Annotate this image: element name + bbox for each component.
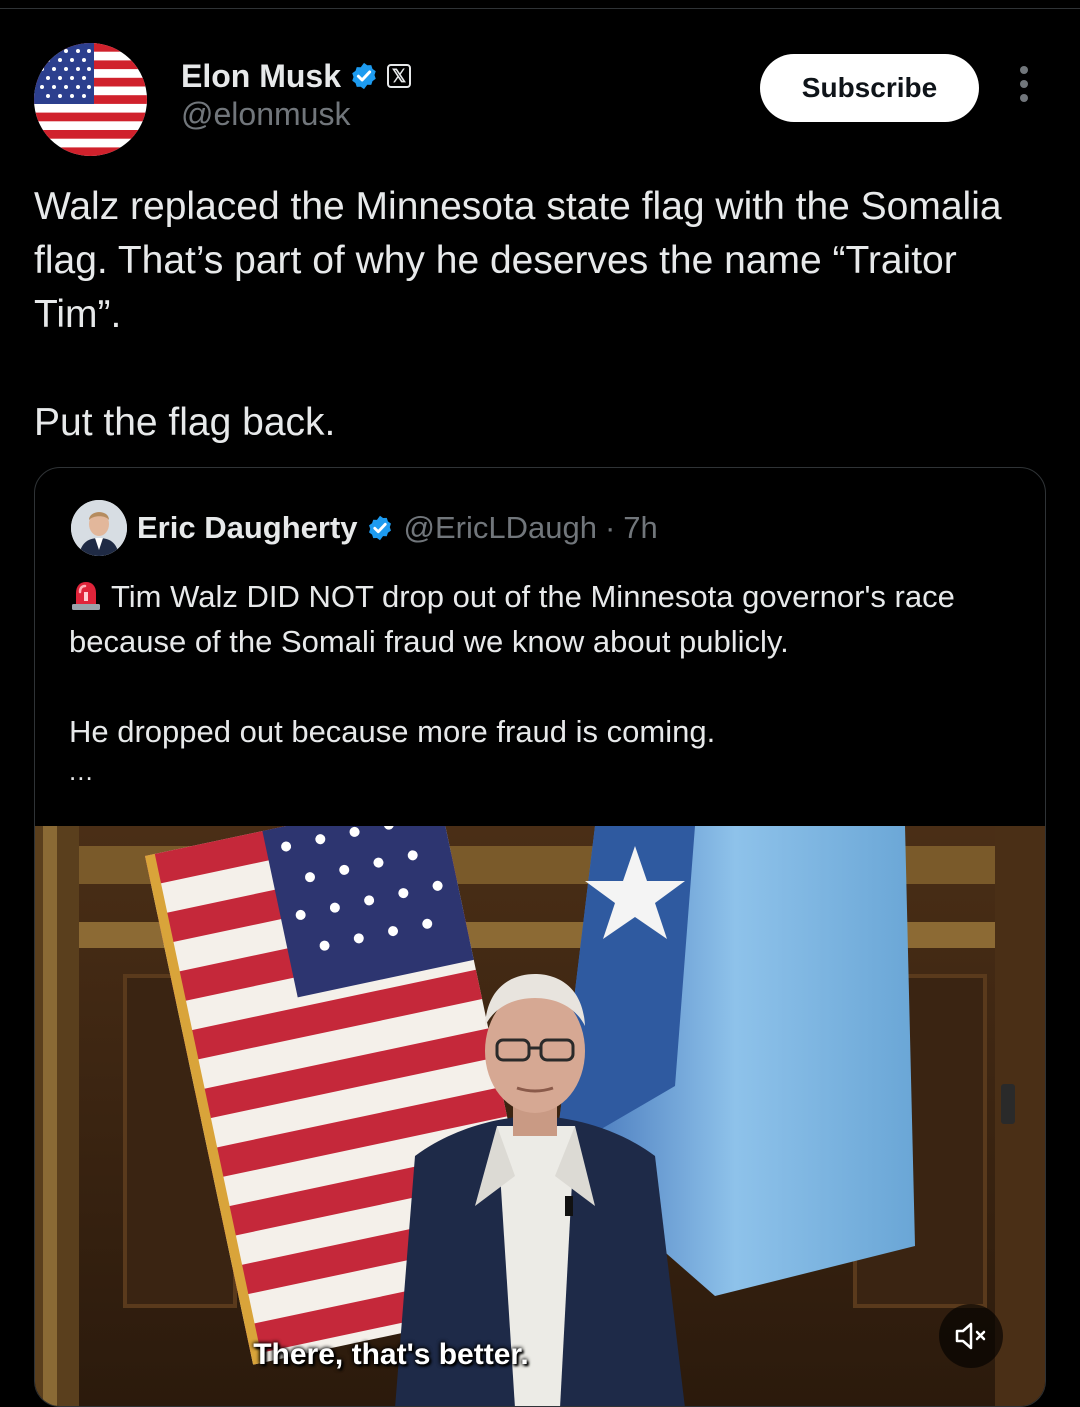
tweet-paragraph: Put the flag back. bbox=[34, 401, 336, 444]
more-vertical-icon[interactable] bbox=[1008, 66, 1040, 110]
quoted-tweet-card[interactable]: Eric Daugherty @EricLDaugh · 7h Tim Walz… bbox=[34, 467, 1046, 1407]
tweet-paragraph: Walz replaced the Minnesota state flag w… bbox=[34, 185, 1002, 336]
quoted-author-name[interactable]: Eric Daugherty bbox=[137, 510, 358, 546]
author-handle[interactable]: @elonmusk bbox=[181, 96, 350, 133]
verified-badge-icon bbox=[368, 515, 391, 541]
tweet-text: Walz replaced the Minnesota state flag w… bbox=[34, 180, 1054, 450]
subscribe-button[interactable]: Subscribe bbox=[760, 54, 979, 122]
author-name-row[interactable]: Elon Musk 𝕏 bbox=[181, 56, 412, 96]
siren-emoji-icon bbox=[72, 582, 100, 610]
quoted-paragraph: Tim Walz DID NOT drop out of the Minneso… bbox=[69, 579, 955, 659]
muted-speaker-icon[interactable] bbox=[939, 1304, 1003, 1368]
video-caption: There, that's better. bbox=[253, 1338, 529, 1371]
quoted-header: Eric Daugherty @EricLDaugh · 7h bbox=[137, 506, 658, 550]
separator-dot: · bbox=[604, 510, 616, 545]
video-frame bbox=[35, 826, 1045, 1406]
top-divider bbox=[0, 8, 1080, 9]
quoted-paragraph: He dropped out because more fraud is com… bbox=[69, 714, 716, 749]
author-avatar[interactable] bbox=[34, 43, 147, 156]
video-player[interactable]: There, that's better. bbox=[35, 826, 1045, 1406]
quoted-tweet-text: Tim Walz DID NOT drop out of the Minneso… bbox=[69, 574, 1019, 788]
author-name[interactable]: Elon Musk bbox=[181, 58, 341, 95]
x-logo-icon: 𝕏 bbox=[387, 64, 412, 88]
quoted-author-avatar[interactable] bbox=[71, 500, 127, 556]
quoted-author-handle[interactable]: @EricLDaugh bbox=[404, 510, 597, 546]
truncation-ellipsis: ... bbox=[69, 756, 94, 786]
quoted-timestamp[interactable]: 7h bbox=[623, 510, 657, 546]
verified-badge-icon bbox=[352, 62, 376, 90]
